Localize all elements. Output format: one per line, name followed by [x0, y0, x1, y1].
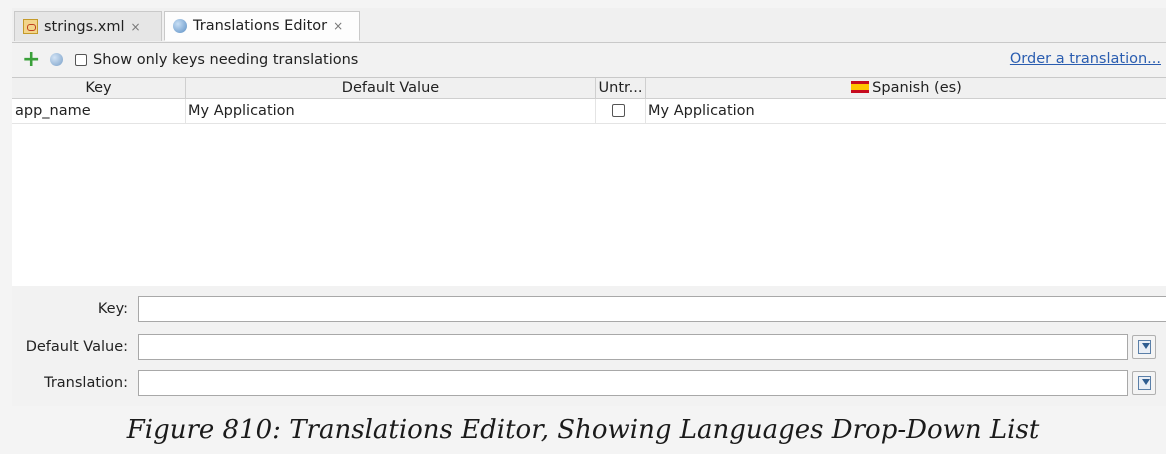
show-only-needing-translation-label[interactable]: Show only keys needing translations	[93, 52, 358, 68]
column-header-untranslatable[interactable]: Untr...	[596, 78, 646, 98]
key-row: Key:	[12, 296, 1166, 322]
translation-label: Translation:	[44, 375, 128, 391]
close-icon[interactable]: ×	[131, 20, 141, 34]
column-header-spanish[interactable]: Spanish (es)	[646, 78, 1166, 98]
default-value-cell[interactable]: My Application	[186, 99, 596, 123]
translations-table: Key Default Value Untr... Spanish (es) a…	[12, 77, 1166, 287]
key-cell[interactable]: app_name	[12, 99, 186, 123]
translation-field[interactable]	[138, 370, 1128, 396]
untranslatable-cell[interactable]	[596, 99, 646, 123]
column-header-default-value[interactable]: Default Value	[186, 78, 596, 98]
default-value-row: Default Value:	[12, 334, 1166, 360]
key-field[interactable]	[138, 296, 1166, 322]
tab-translations-editor[interactable]: Translations Editor ×	[164, 11, 360, 41]
translation-row: Translation:	[12, 370, 1166, 396]
untranslatable-checkbox[interactable]	[612, 104, 625, 117]
default-value-expand-button[interactable]	[1132, 335, 1156, 359]
edit-form: Key: Default Value: Translation:	[12, 286, 1166, 406]
show-only-needing-translation-checkbox[interactable]	[75, 53, 87, 66]
tab-label: strings.xml	[44, 18, 125, 35]
tab-strings-xml[interactable]: strings.xml ×	[14, 11, 162, 41]
add-locale-globe-icon[interactable]	[50, 53, 63, 66]
toolbar: + Show only keys needing translations Or…	[12, 43, 1166, 76]
xml-file-icon	[23, 19, 38, 34]
add-key-icon[interactable]: +	[22, 48, 40, 70]
spanish-column-label: Spanish (es)	[872, 80, 962, 96]
editor-tab-bar: strings.xml × Translations Editor ×	[12, 8, 1166, 43]
tab-label: Translations Editor	[193, 18, 328, 34]
translations-editor-window: strings.xml × Translations Editor × + Sh…	[12, 8, 1166, 406]
globe-icon	[173, 19, 187, 33]
column-header-key[interactable]: Key	[12, 78, 186, 98]
default-value-field[interactable]	[138, 334, 1128, 360]
close-icon[interactable]: ×	[333, 19, 343, 33]
translation-expand-button[interactable]	[1132, 371, 1156, 395]
spanish-cell[interactable]: My Application	[646, 99, 1166, 123]
table-header: Key Default Value Untr... Spanish (es)	[12, 78, 1166, 99]
key-label: Key:	[97, 301, 128, 317]
spain-flag-icon	[851, 81, 870, 93]
default-value-label: Default Value:	[25, 339, 128, 355]
order-translation-link[interactable]: Order a translation...	[1010, 51, 1161, 67]
table-row[interactable]: app_name My Application My Application	[12, 99, 1166, 124]
figure-caption: Figure 810: Translations Editor, Showing…	[126, 415, 1040, 445]
